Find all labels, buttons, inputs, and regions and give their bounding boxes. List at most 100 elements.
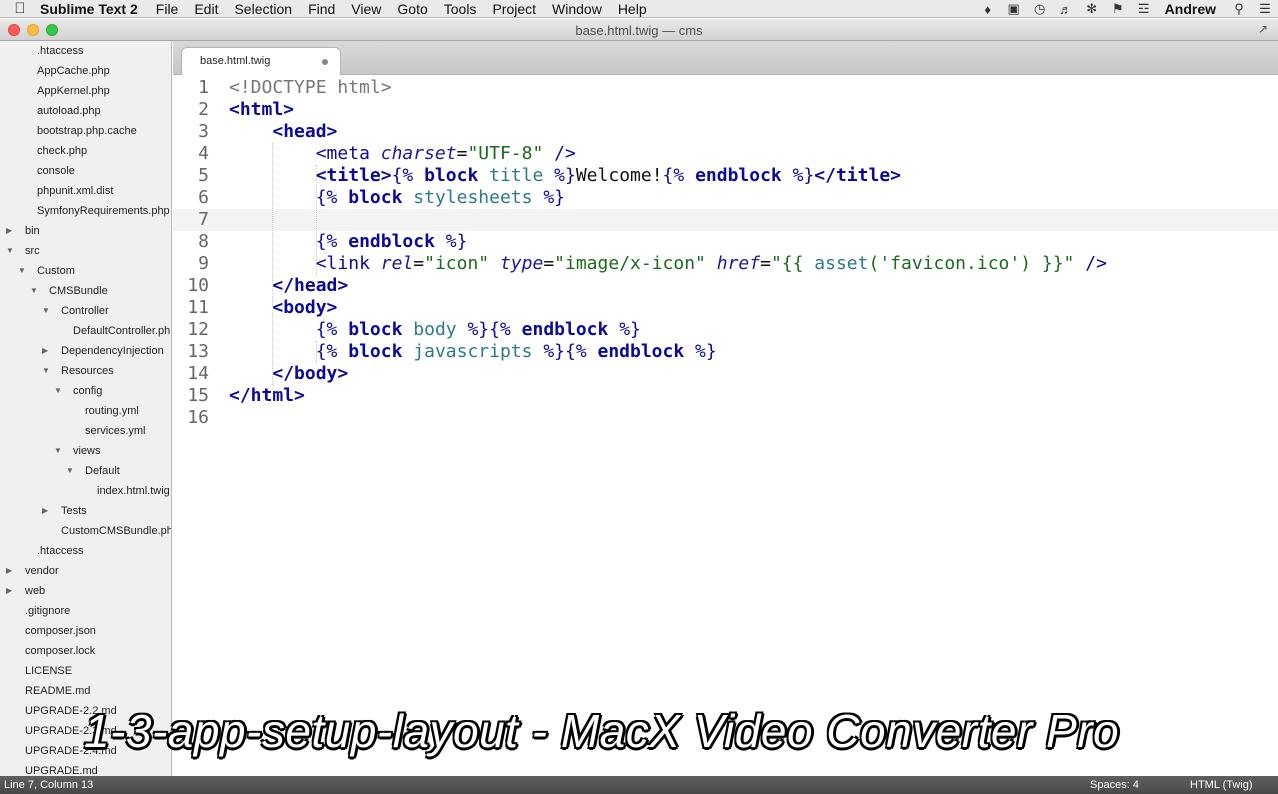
sidebar-item[interactable]: check.php [0, 141, 171, 161]
code-line[interactable]: 15 </html> [173, 385, 1278, 407]
disclosure-open-icon[interactable]: ▼ [18, 261, 28, 281]
sidebar-item[interactable]: AppKernel.php [0, 81, 171, 101]
disclosure-open-icon[interactable]: ▼ [54, 381, 64, 401]
spotlight-search-icon[interactable]: ⚲ [1226, 1, 1252, 17]
volume-icon[interactable]: ♬ [1053, 2, 1079, 17]
notification-bell-icon[interactable]: ♦ [975, 2, 1001, 17]
sidebar-item[interactable]: ▼ Controller [0, 301, 171, 321]
sidebar-item[interactable]: LICENSE [0, 661, 171, 681]
tab-base-html-twig[interactable]: base.html.twig [181, 47, 341, 75]
line-number: 11 [187, 297, 209, 318]
sidebar-item[interactable]: composer.lock [0, 641, 171, 661]
code-line[interactable]: 3 <head> [173, 121, 1278, 143]
code-editor[interactable]: I 1<!DOCTYPE html>2<html>3<head>4<meta c… [173, 75, 1278, 776]
sidebar-item[interactable]: autoload.php [0, 101, 171, 121]
code-line[interactable]: 8 {% endblock %} [173, 231, 1278, 253]
code-line[interactable]: 6 {% block stylesheets %} [173, 187, 1278, 209]
disclosure-closed-icon[interactable]: ▶ [6, 581, 16, 601]
menu-file[interactable]: File [156, 1, 179, 17]
sidebar-item[interactable]: index.html.twig [0, 481, 171, 501]
sidebar-item[interactable]: ▶ bin [0, 221, 171, 241]
disclosure-open-icon[interactable]: ▼ [42, 301, 52, 321]
fullscreen-icon[interactable]: ↗ [1258, 22, 1268, 36]
sidebar-item[interactable]: DefaultController.php [0, 321, 171, 341]
disclosure-open-icon[interactable]: ▼ [6, 241, 16, 261]
sidebar-item[interactable]: phpunit.xml.dist [0, 181, 171, 201]
sidebar-item[interactable]: services.yml [0, 421, 171, 441]
sidebar-item[interactable]: routing.yml [0, 401, 171, 421]
sidebar-item[interactable]: ▶ DependencyInjection [0, 341, 171, 361]
disclosure-open-icon[interactable]: ▼ [66, 461, 76, 481]
user-menu[interactable]: Andrew [1165, 1, 1216, 17]
sidebar-item[interactable]: .gitignore [0, 601, 171, 621]
code-line[interactable]: 10 </head> [173, 275, 1278, 297]
tab-dirty-indicator-icon[interactable] [322, 59, 328, 65]
notification-center-icon[interactable]: ☰ [1252, 1, 1278, 17]
code-line[interactable]: 11 <body> [173, 297, 1278, 319]
sidebar-item[interactable]: AppCache.php [0, 61, 171, 81]
sidebar-item[interactable]: console [0, 161, 171, 181]
wifi-icon[interactable]: ☲ [1131, 1, 1157, 17]
sidebar-item-label: check.php [37, 145, 88, 157]
code-token: {% [315, 231, 349, 252]
disclosure-open-icon[interactable]: ▼ [54, 441, 64, 461]
code-line[interactable]: 5 <title>{% block title %}Welcome!{% endb… [173, 165, 1278, 187]
sidebar-item[interactable]: SymfonyRequirements.php [0, 201, 171, 221]
menu-find[interactable]: Find [308, 1, 335, 17]
syntax-selector[interactable]: HTML (Twig) [1190, 779, 1253, 791]
apple-icon[interactable]:  [0, 0, 40, 17]
code-line[interactable]: 9 <link rel="icon" type="image/x-icon" hr… [173, 253, 1278, 275]
code-line[interactable]: 16 [173, 407, 1278, 429]
disclosure-closed-icon[interactable]: ▶ [6, 221, 16, 241]
sidebar-item[interactable]: ▼ Default [0, 461, 171, 481]
code-line[interactable]: 4 <meta charset="UTF-8" /> [173, 143, 1278, 165]
sidebar-item[interactable]: ▼ Resources [0, 361, 171, 381]
bluetooth-icon[interactable]: ✻ [1079, 1, 1105, 17]
sidebar-item[interactable]: ▼ src [0, 241, 171, 261]
video-watermark: 1-3-app-setup-layout - MacX Video Conver… [84, 705, 1120, 757]
sidebar-item[interactable]: .htaccess [0, 41, 171, 61]
sidebar-item[interactable]: ▶ vendor [0, 561, 171, 581]
disclosure-closed-icon[interactable]: ▶ [6, 561, 16, 581]
code-line[interactable]: 2 <html> [173, 99, 1278, 121]
sidebar-item[interactable]: ▶ web [0, 581, 171, 601]
sidebar-item-label: DependencyInjection [61, 345, 164, 357]
sidebar-item[interactable]: ▼ config [0, 381, 171, 401]
sidebar-item[interactable]: ▼ CMSBundle [0, 281, 171, 301]
sidebar-item[interactable]: ▶ Tests [0, 501, 171, 521]
sidebar-item[interactable]: UPGRADE.md [0, 761, 171, 776]
sidebar-item[interactable]: ▼ views [0, 441, 171, 461]
code-line[interactable]: 7 [173, 209, 1278, 231]
menu-view[interactable]: View [351, 1, 381, 17]
menu-app-name[interactable]: Sublime Text 2 [40, 1, 138, 17]
camera-icon[interactable]: ▣ [1001, 1, 1027, 17]
code-line[interactable]: 13 {% block javascripts %}{% endblock %} [173, 341, 1278, 363]
disclosure-open-icon[interactable]: ▼ [42, 361, 52, 381]
sidebar-item[interactable]: composer.json [0, 621, 171, 641]
flag-icon[interactable]: ⚑ [1105, 1, 1131, 17]
indentation-selector[interactable]: Spaces: 4 [1090, 779, 1139, 791]
disclosure-closed-icon[interactable]: ▶ [42, 341, 52, 361]
line-number: 2 [198, 99, 209, 120]
sidebar-item[interactable]: README.md [0, 681, 171, 701]
sidebar-item[interactable]: .htaccess [0, 541, 171, 561]
code-line[interactable]: 1 <!DOCTYPE html> [173, 77, 1278, 99]
menu-window[interactable]: Window [552, 1, 602, 17]
sidebar-item[interactable]: ▼ Custom [0, 261, 171, 281]
menu-goto[interactable]: Goto [397, 1, 427, 17]
menu-tools[interactable]: Tools [444, 1, 477, 17]
menu-help[interactable]: Help [618, 1, 647, 17]
disclosure-open-icon[interactable]: ▼ [30, 281, 40, 301]
indent-guide [316, 165, 317, 275]
menu-edit[interactable]: Edit [194, 1, 218, 17]
code-token: {% [315, 341, 349, 362]
menu-selection[interactable]: Selection [234, 1, 292, 17]
time-machine-icon[interactable]: ◷ [1027, 1, 1053, 17]
disclosure-closed-icon[interactable]: ▶ [42, 501, 52, 521]
sidebar-item-label: console [37, 165, 75, 177]
sidebar-item[interactable]: CustomCMSBundle.php [0, 521, 171, 541]
menu-project[interactable]: Project [492, 1, 536, 17]
code-line[interactable]: 12 {% block body %}{% endblock %} [173, 319, 1278, 341]
code-line[interactable]: 14 </body> [173, 363, 1278, 385]
sidebar-item[interactable]: bootstrap.php.cache [0, 121, 171, 141]
